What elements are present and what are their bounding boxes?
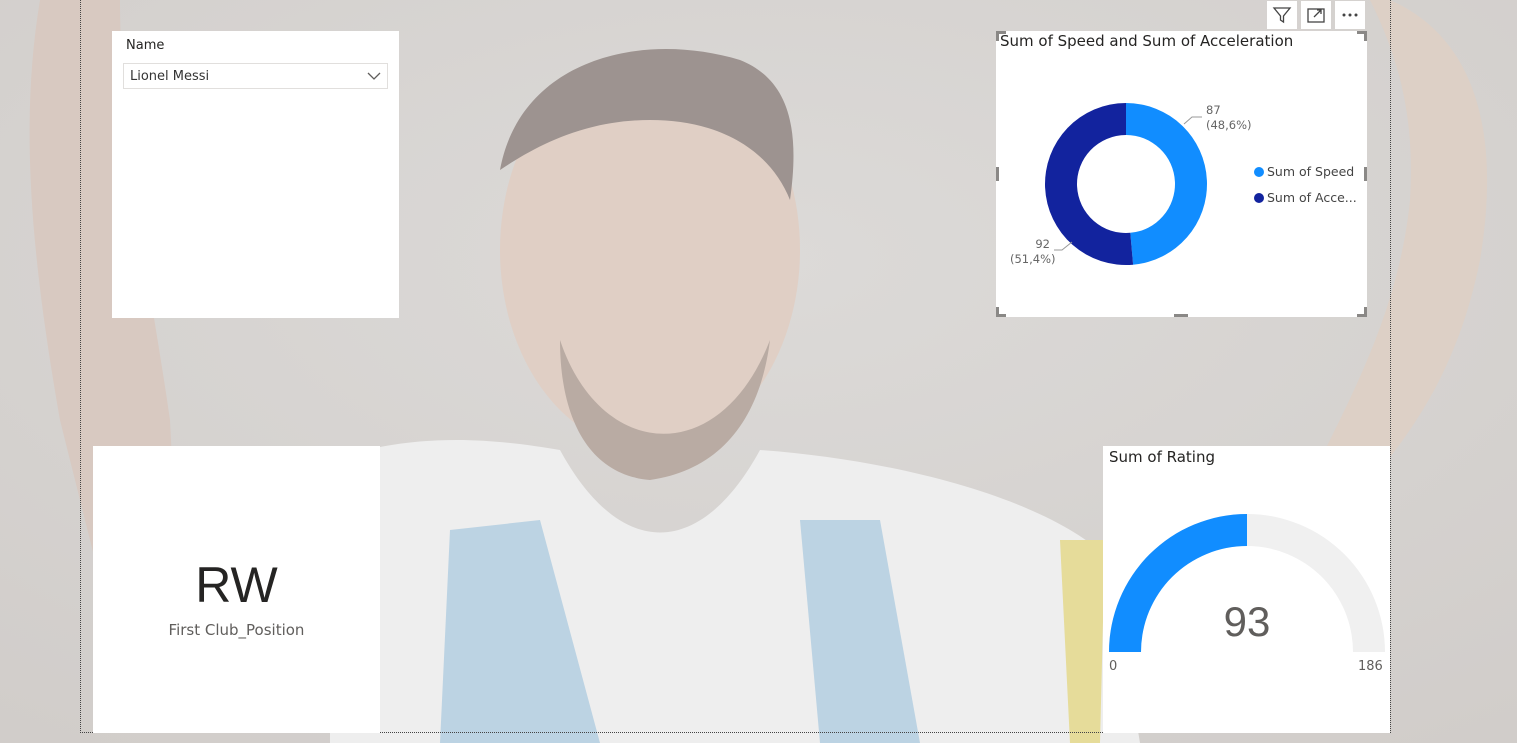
- focus-mode-icon[interactable]: [1301, 1, 1331, 29]
- gauge-chart: [1109, 514, 1385, 652]
- accel-pct-label: (51,4%): [1010, 252, 1056, 266]
- position-card-visual[interactable]: RW First Club_Position: [93, 446, 380, 733]
- gauge-max: 186: [1358, 659, 1383, 674]
- kpi-value: RW: [195, 557, 278, 613]
- accel-data-label: 92 (51,4%): [1010, 237, 1056, 267]
- accel-value-label: 92: [1035, 237, 1050, 251]
- speed-data-label: 87 (48,6%): [1206, 103, 1252, 133]
- visual-header-toolbar: [1263, 1, 1365, 29]
- more-options-icon[interactable]: [1335, 1, 1365, 29]
- gauge-min: 0: [1109, 659, 1118, 674]
- legend-label-acceleration: Sum of Acce...: [1267, 190, 1357, 205]
- filter-icon[interactable]: [1267, 1, 1297, 29]
- name-slicer[interactable]: Name Lionel Messi: [112, 31, 399, 318]
- legend-dot-speed: [1254, 167, 1264, 177]
- slicer-selected-value: Lionel Messi: [130, 69, 210, 84]
- legend-item-speed[interactable]: Sum of Speed: [1254, 164, 1354, 179]
- legend-label-speed: Sum of Speed: [1267, 164, 1355, 179]
- speed-pct-label: (48,6%): [1206, 118, 1252, 132]
- resize-handle[interactable]: [1364, 31, 1367, 41]
- gauge-value: 93: [1223, 598, 1271, 645]
- resize-handle[interactable]: [996, 31, 999, 41]
- resize-handle[interactable]: [1174, 314, 1188, 317]
- resize-handle[interactable]: [996, 307, 999, 317]
- speed-leader-line: [1183, 116, 1202, 125]
- legend-item-acceleration[interactable]: Sum of Acce...: [1254, 190, 1357, 205]
- chevron-down-icon[interactable]: [366, 69, 382, 83]
- resize-handle[interactable]: [1364, 167, 1367, 181]
- donut-chart-visual[interactable]: Sum of Speed and Sum of Acceleration 87 …: [996, 31, 1367, 317]
- legend-dot-acceleration: [1254, 193, 1264, 203]
- accel-leader-line: [1054, 241, 1073, 251]
- resize-handle[interactable]: [996, 167, 999, 181]
- speed-value-label: 87: [1206, 103, 1221, 117]
- donut-slice-acceleration[interactable]: [1045, 103, 1134, 265]
- slicer-dropdown[interactable]: Lionel Messi: [123, 63, 388, 89]
- kpi-label: First Club_Position: [168, 621, 305, 639]
- rating-gauge-visual[interactable]: Sum of Rating 93 0 186: [1103, 446, 1390, 733]
- donut-slice-speed[interactable]: [1126, 103, 1207, 265]
- slicer-title: Name: [126, 38, 165, 53]
- resize-handle[interactable]: [1364, 307, 1367, 317]
